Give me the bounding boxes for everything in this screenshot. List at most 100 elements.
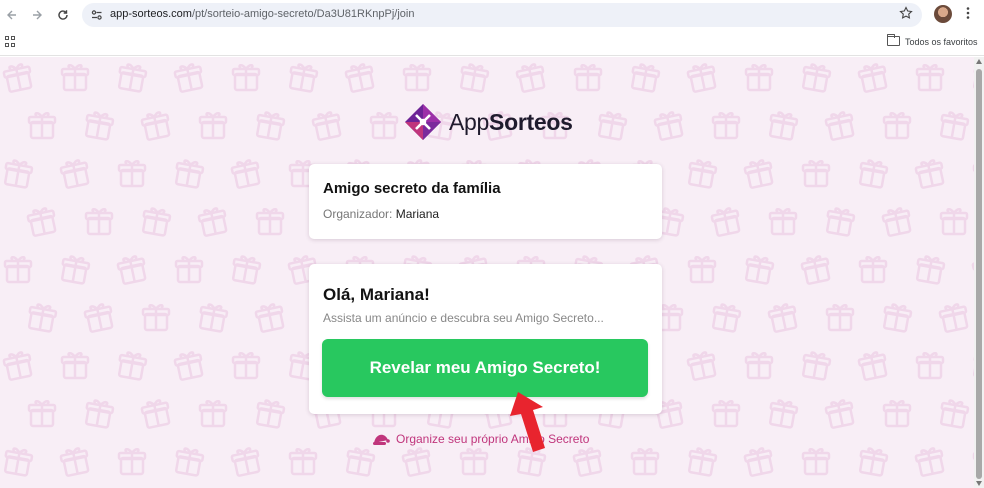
gift-pattern-icon: [84, 399, 115, 429]
brand-name-app: App: [449, 108, 490, 135]
gift-pattern-icon: [459, 63, 490, 93]
all-bookmarks-link[interactable]: Todos os favoritos: [905, 37, 978, 47]
gift-pattern-icon: [825, 304, 855, 332]
reload-icon[interactable]: [54, 6, 72, 24]
url-host: app-sorteos.com: [110, 8, 192, 20]
gift-pattern-icon: [858, 159, 889, 189]
gift-pattern-icon: [767, 303, 798, 333]
gift-pattern-icon: [630, 63, 661, 93]
gift-pattern-icon: [597, 111, 628, 141]
organize-own-link[interactable]: Organize seu próprio Amigo Secreto: [372, 432, 589, 446]
gift-pattern-icon: [174, 447, 205, 477]
gift-pattern-icon: [573, 64, 603, 92]
gift-pattern-icon: [687, 159, 718, 189]
gift-pattern-icon: [687, 256, 717, 284]
gift-pattern-icon: [914, 159, 945, 189]
gift-pattern-icon: [27, 400, 57, 428]
gift-pattern-icon: [116, 255, 147, 285]
gift-pattern-icon: [800, 255, 831, 285]
gift-pattern-icon: [630, 448, 660, 476]
gift-pattern-icon: [84, 111, 115, 141]
gift-pattern-icon: [198, 303, 229, 333]
gift-pattern-icon: [711, 112, 741, 140]
scroll-down-icon[interactable]: [976, 481, 982, 486]
folder-icon[interactable]: [887, 34, 900, 46]
gift-pattern-icon: [117, 351, 148, 381]
gift-pattern-icon: [59, 159, 90, 189]
gift-pattern-icon: [255, 399, 286, 429]
gift-pattern-icon: [254, 303, 285, 333]
red-pointer-arrow: [510, 392, 545, 452]
gift-pattern-icon: [117, 63, 148, 93]
gift-pattern-icon: [801, 63, 832, 93]
gift-pattern-icon: [231, 64, 261, 92]
gift-pattern-icon: [288, 63, 319, 93]
bookmarks-bar: Todos os favoritos: [0, 30, 984, 56]
gift-pattern-icon: [59, 447, 90, 477]
gift-pattern-icon: [141, 304, 171, 332]
gift-pattern-icon: [27, 303, 58, 333]
gift-pattern-icon: [653, 111, 684, 141]
gift-pattern-icon: [686, 63, 717, 93]
gift-pattern-icon: [915, 255, 946, 285]
gift-pattern-icon: [939, 111, 970, 141]
gift-pattern-icon: [60, 255, 91, 285]
gift-pattern-icon: [825, 207, 856, 237]
gift-pattern-icon: [83, 303, 114, 333]
gift-pattern-icon: [882, 400, 912, 428]
gift-pattern-icon: [687, 447, 718, 477]
gift-pattern-icon: [801, 160, 831, 188]
gift-pattern-icon: [197, 207, 228, 237]
gift-pattern-icon: [824, 399, 855, 429]
reveal-secret-friend-button[interactable]: Revelar meu Amigo Secreto!: [322, 339, 648, 397]
brand-logo[interactable]: AppSorteos: [404, 102, 573, 142]
gift-pattern-icon: [174, 159, 205, 189]
gift-pattern-icon: [231, 255, 262, 285]
gift-pattern-icon: [572, 447, 603, 477]
back-arrow-icon[interactable]: [3, 6, 21, 24]
gift-pattern-icon: [857, 351, 888, 381]
gift-pattern-icon: [84, 208, 114, 236]
gift-pattern-icon: [915, 64, 945, 92]
gift-pattern-icon: [345, 447, 376, 477]
gift-pattern-icon: [744, 352, 774, 380]
scrollbar-thumb[interactable]: [976, 69, 982, 479]
gift-pattern-icon: [710, 207, 741, 237]
apps-grid-icon[interactable]: [5, 36, 16, 47]
event-card: Amigo secreto da família Organizador: Ma…: [309, 164, 662, 239]
gift-pattern-icon: [230, 447, 261, 477]
gift-pattern-icon: [768, 399, 799, 429]
brand-name-sorteos: Sorteos: [489, 108, 573, 135]
gift-pattern-icon: [198, 400, 228, 428]
more-options-icon[interactable]: [963, 6, 973, 24]
profile-avatar[interactable]: [934, 5, 952, 23]
gift-pattern-icon: [858, 256, 888, 284]
gift-pattern-icon: [938, 303, 969, 333]
scroll-up-icon[interactable]: [976, 59, 982, 64]
gift-pattern-icon: [743, 447, 774, 477]
gift-pattern-icon: [255, 208, 285, 236]
gift-pattern-icon: [2, 351, 33, 381]
forward-arrow-icon[interactable]: [28, 6, 46, 24]
brand-logo-mark-icon: [404, 103, 442, 141]
site-settings-icon[interactable]: [90, 8, 104, 22]
gift-pattern-icon: [801, 351, 832, 381]
gift-pattern-icon: [768, 111, 799, 141]
address-bar[interactable]: app-sorteos.com/pt/sorteio-amigo-secreto…: [82, 3, 922, 27]
gift-pattern-icon: [711, 400, 741, 428]
gift-pattern-icon: [882, 303, 913, 333]
url-text[interactable]: app-sorteos.com/pt/sorteio-amigo-secreto…: [110, 8, 415, 20]
bookmark-star-icon[interactable]: [898, 6, 914, 22]
gift-pattern-icon: [881, 207, 912, 237]
gift-pattern-icon: [515, 63, 546, 93]
gift-pattern-icon: [882, 112, 912, 140]
gift-pattern-icon: [857, 63, 888, 93]
gift-pattern-icon: [288, 448, 318, 476]
gift-pattern-icon: [311, 111, 342, 141]
brand-name: AppSorteos: [449, 109, 573, 136]
page-scrollbar[interactable]: [974, 57, 984, 488]
organize-own-label: Organize seu próprio Amigo Secreto: [396, 432, 590, 446]
gift-pattern-icon: [915, 352, 945, 380]
gift-pattern-icon: [174, 256, 204, 284]
gift-pattern-icon: [711, 303, 742, 333]
